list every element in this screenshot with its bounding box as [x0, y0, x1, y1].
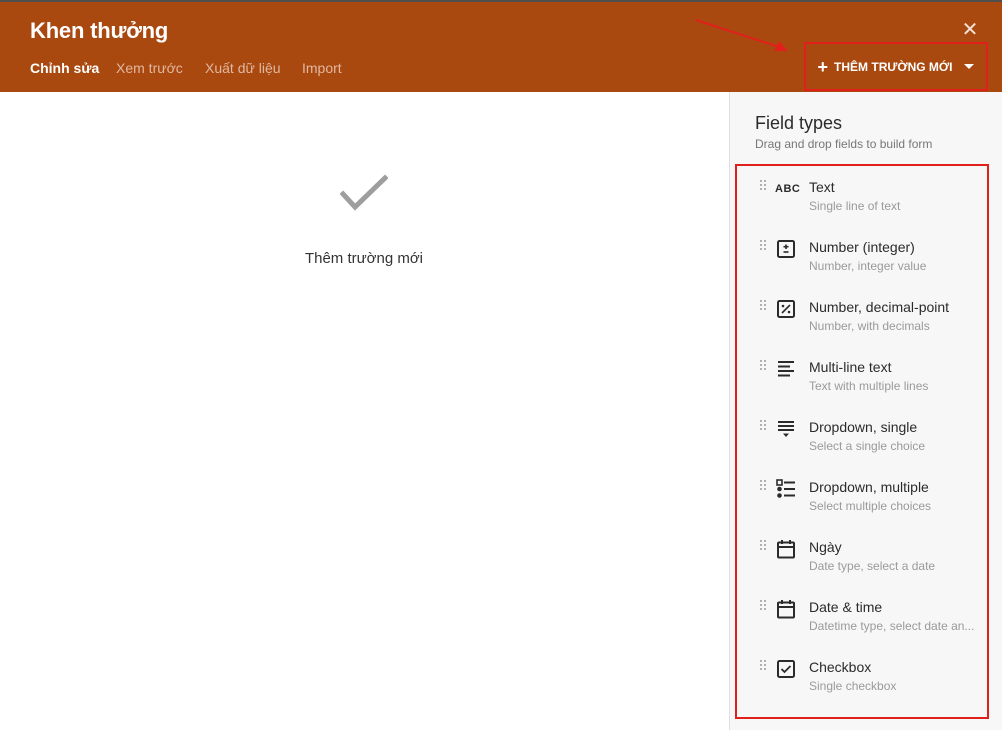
checkbox-icon: [777, 660, 795, 678]
field-type-desc: Date type, select a date: [809, 559, 936, 573]
field-type-name: Text: [809, 179, 835, 195]
field-type-name: Date & time: [809, 599, 883, 615]
drag-handle-icon[interactable]: [760, 360, 768, 374]
field-types-panel: Field types Drag and drop fields to buil…: [729, 92, 1002, 730]
annotation-arrow-icon: [695, 19, 788, 51]
tab-edit[interactable]: Chỉnh sửa: [30, 60, 99, 76]
calendar-icon: [777, 540, 795, 559]
field-type-desc: Number, integer value: [809, 259, 927, 273]
add-field-label: THÊM TRƯỜNG MỚI: [834, 59, 953, 74]
field-type-desc: Select a single choice: [809, 439, 926, 453]
field-type-name: Dropdown, multiple: [809, 479, 929, 495]
field-type-multiline-text[interactable]: Multi-line text Text with multiple lines: [737, 348, 987, 408]
close-icon[interactable]: ✕: [960, 20, 980, 40]
field-type-name: Multi-line text: [809, 359, 892, 375]
plus-minus-box-icon: [777, 240, 795, 258]
caret-down-icon: [964, 64, 975, 69]
tab-export[interactable]: Xuất dữ liệu: [205, 60, 281, 76]
page-title: Khen thưởng: [30, 18, 169, 43]
panel-title: Field types: [755, 113, 843, 133]
drag-handle-icon[interactable]: [760, 420, 768, 434]
abc-icon: ABC: [775, 183, 801, 195]
plus-icon: +: [817, 56, 829, 77]
field-type-desc: Datetime type, select date an...: [809, 619, 975, 633]
field-type-desc: Single line of text: [809, 199, 901, 213]
empty-state-text: Thêm trường mới: [304, 250, 424, 267]
field-type-dropdown-multiple[interactable]: Dropdown, multiple Select multiple choic…: [737, 468, 987, 528]
add-field-button[interactable]: + THÊM TRƯỜNG MỚI: [804, 42, 988, 91]
tab-import[interactable]: Import: [302, 60, 342, 76]
field-type-text[interactable]: ABC Text Single line of text: [737, 168, 987, 228]
drag-handle-icon[interactable]: [760, 540, 768, 554]
calendar-icon: [777, 600, 795, 619]
field-type-name: Number (integer): [809, 239, 915, 255]
dropdown-list-icon: [778, 421, 794, 437]
field-type-desc: Select multiple choices: [809, 499, 932, 513]
field-type-name: Number, decimal-point: [809, 299, 950, 315]
field-type-date[interactable]: Ngày Date type, select a date: [737, 528, 987, 588]
drag-handle-icon[interactable]: [760, 600, 768, 614]
tab-preview[interactable]: Xem trước: [116, 60, 183, 76]
bullet-list-icon: [776, 479, 795, 498]
field-type-dropdown-single[interactable]: Dropdown, single Select a single choice: [737, 408, 987, 468]
drag-handle-icon[interactable]: [760, 660, 768, 674]
field-type-list: ABC Text Single line of text Number (int…: [735, 164, 989, 719]
drag-handle-icon[interactable]: [760, 480, 768, 494]
field-type-desc: Number, with decimals: [809, 319, 930, 333]
app-header: Khen thưởng ✕ Chỉnh sửa Xem trước Xuất d…: [0, 0, 1002, 92]
drag-handle-icon[interactable]: [760, 300, 768, 314]
field-type-number-integer[interactable]: Number (integer) Number, integer value: [737, 228, 987, 288]
field-type-name: Ngày: [809, 539, 842, 555]
drag-handle-icon[interactable]: [760, 180, 768, 194]
percent-box-icon: [777, 300, 795, 318]
field-type-desc: Single checkbox: [809, 679, 897, 693]
lines-icon: [778, 361, 794, 377]
drag-handle-icon[interactable]: [760, 240, 768, 254]
field-type-name: Checkbox: [809, 659, 872, 675]
field-type-checkbox[interactable]: Checkbox Single checkbox: [737, 648, 987, 708]
field-type-datetime[interactable]: Date & time Datetime type, select date a…: [737, 588, 987, 648]
field-type-number-decimal[interactable]: Number, decimal-point Number, with decim…: [737, 288, 987, 348]
panel-subtitle: Drag and drop fields to build form: [755, 137, 933, 151]
field-type-name: Dropdown, single: [809, 419, 918, 435]
field-type-desc: Text with multiple lines: [809, 379, 929, 393]
checkmark-icon: [339, 174, 389, 219]
